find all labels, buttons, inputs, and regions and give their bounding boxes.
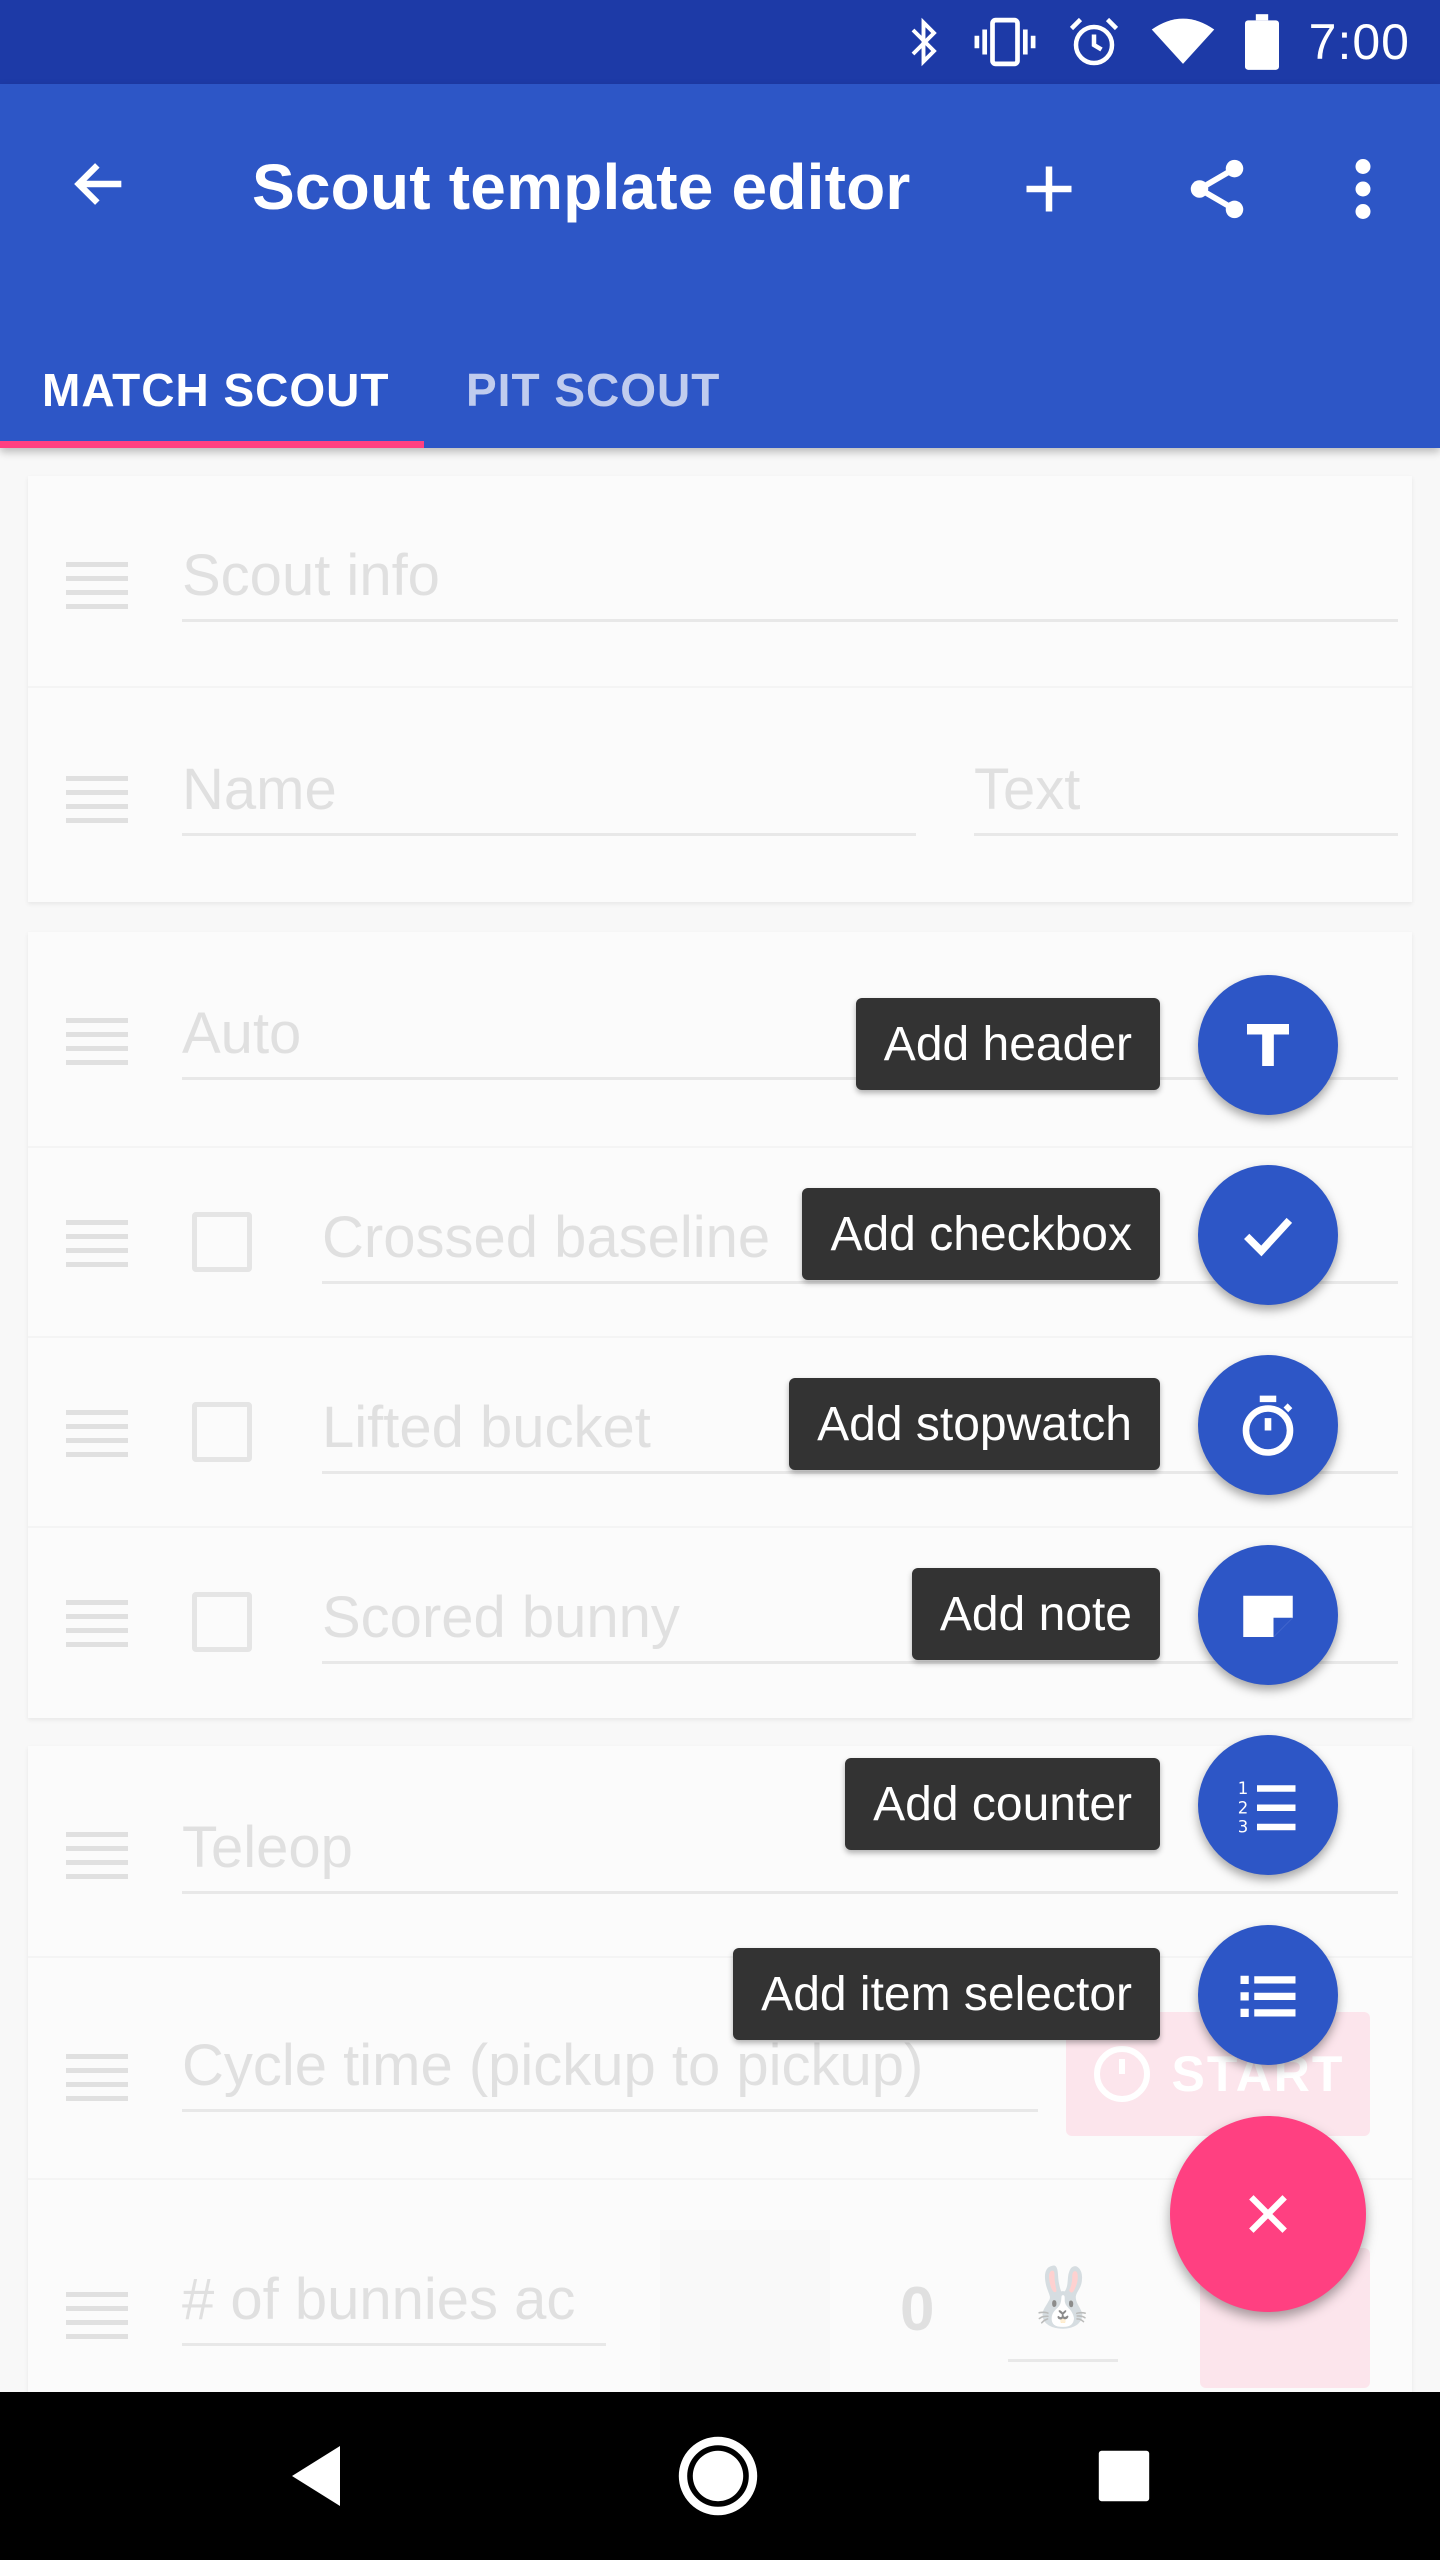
nav-back-icon bbox=[292, 2446, 340, 2506]
close-icon bbox=[1249, 2195, 1287, 2233]
nav-recents-icon bbox=[1098, 2450, 1150, 2502]
tab-pit-scout[interactable]: PIT SCOUT bbox=[424, 332, 720, 448]
list-icon bbox=[1240, 1975, 1296, 2017]
tooltip-add-counter: Add counter bbox=[845, 1758, 1160, 1850]
add-stopwatch-button[interactable] bbox=[1198, 1355, 1338, 1495]
add-counter-button[interactable]: 123 bbox=[1198, 1735, 1338, 1875]
check-icon bbox=[1244, 1217, 1293, 1257]
navigation-bar bbox=[0, 2392, 1440, 2560]
add-button[interactable] bbox=[1004, 144, 1094, 234]
nav-home-icon bbox=[678, 2436, 758, 2516]
bluetooth-icon bbox=[911, 17, 937, 67]
tooltip-add-header: Add header bbox=[855, 998, 1160, 1090]
tooltip-add-stopwatch: Add stopwatch bbox=[789, 1378, 1160, 1470]
counter-list-icon: 123 bbox=[1238, 1779, 1296, 1837]
status-time: 7:00 bbox=[1308, 14, 1410, 70]
app-bar: Scout template editor MATCH SCOUT PIT SC… bbox=[0, 84, 1440, 448]
nav-home-button[interactable] bbox=[668, 2426, 768, 2526]
add-icon bbox=[1026, 166, 1072, 212]
stopwatch-icon bbox=[1242, 1395, 1294, 1456]
alarm-icon bbox=[1069, 17, 1118, 66]
status-bar: 7:00 bbox=[0, 0, 1440, 84]
nav-recents-button[interactable] bbox=[1074, 2426, 1174, 2526]
tooltip-add-item-selector: Add item selector bbox=[733, 1948, 1160, 2040]
svg-text:1: 1 bbox=[1238, 1779, 1249, 1798]
share-button[interactable] bbox=[1172, 144, 1262, 234]
add-checkbox-button[interactable] bbox=[1198, 1165, 1338, 1305]
svg-text:3: 3 bbox=[1238, 1818, 1249, 1837]
back-button[interactable] bbox=[60, 144, 140, 224]
tab-match-scout[interactable]: MATCH SCOUT bbox=[0, 332, 424, 448]
add-item-selector-button[interactable] bbox=[1198, 1925, 1338, 2065]
more-options-button[interactable] bbox=[1318, 144, 1408, 234]
nav-back-button[interactable] bbox=[266, 2426, 366, 2526]
note-icon bbox=[1243, 1595, 1293, 1637]
tooltip-add-checkbox: Add checkbox bbox=[802, 1188, 1160, 1280]
page-title: Scout template editor bbox=[252, 151, 911, 223]
close-speed-dial-button[interactable] bbox=[1170, 2116, 1366, 2312]
tab-bar: MATCH SCOUT PIT SCOUT bbox=[0, 332, 720, 448]
more-vert-icon bbox=[1355, 159, 1371, 219]
share-icon bbox=[1190, 159, 1244, 219]
header-t-icon bbox=[1247, 1024, 1289, 1066]
add-header-button[interactable] bbox=[1198, 975, 1338, 1115]
battery-icon bbox=[1244, 14, 1279, 70]
back-arrow-icon bbox=[74, 163, 122, 205]
wifi-icon bbox=[1151, 18, 1214, 64]
add-note-button[interactable] bbox=[1198, 1545, 1338, 1685]
svg-text:2: 2 bbox=[1238, 1798, 1249, 1817]
vibrate-icon bbox=[974, 17, 1036, 67]
tooltip-add-note: Add note bbox=[911, 1568, 1160, 1660]
